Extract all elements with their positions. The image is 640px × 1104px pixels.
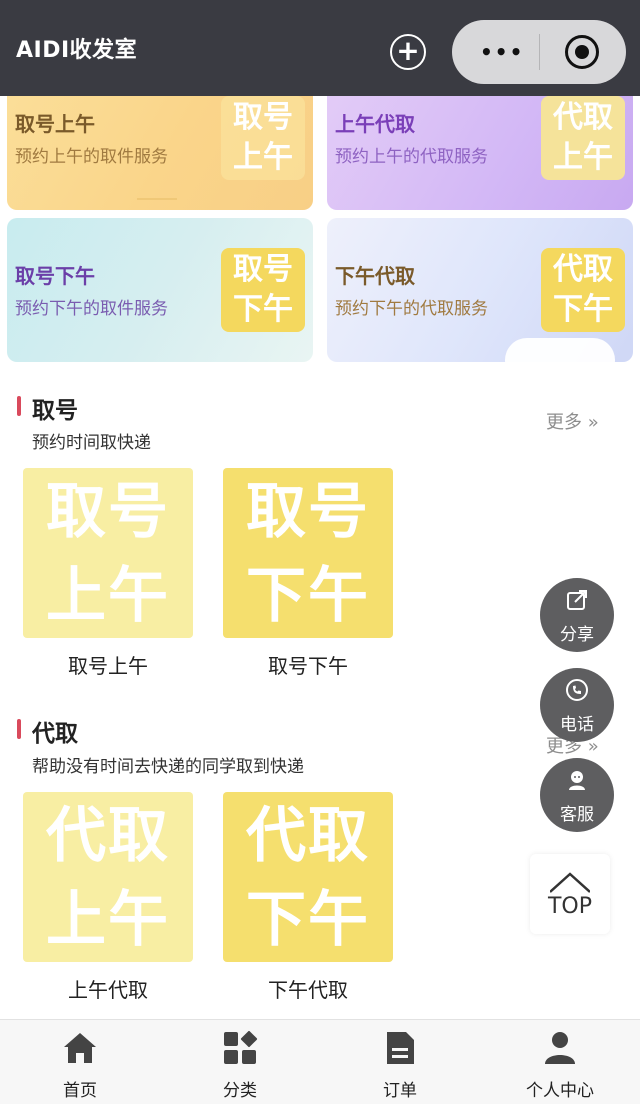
banner-badge: 代取 下午: [541, 248, 625, 332]
mini-program-capsule: •••: [452, 20, 626, 84]
share-button[interactable]: 分享: [540, 578, 614, 652]
capsule-divider: [539, 34, 540, 70]
tab-home[interactable]: 首页: [0, 1020, 160, 1104]
section-title-pickup: 取号: [32, 398, 78, 424]
section-accent-bar: [17, 719, 21, 739]
banner-title: 上午代取: [335, 112, 415, 136]
phone-button[interactable]: 电话: [540, 668, 614, 742]
badge-line1: 取号: [233, 252, 293, 287]
banner-subtitle: 预约上午的代取服务: [335, 147, 488, 167]
badge-line2: 上午: [233, 140, 293, 175]
badge-line1: 代取: [553, 100, 613, 135]
share-icon: [540, 588, 614, 618]
badge-line1: 取号: [233, 100, 293, 135]
decor-cloud: [505, 338, 615, 362]
category-icon: [224, 1030, 258, 1064]
banner-badge: 取号 上午: [221, 96, 305, 180]
close-target-icon[interactable]: [565, 35, 599, 69]
tile-pickup-afternoon[interactable]: 取号 下午: [223, 468, 393, 638]
tab-label: 首页: [63, 1081, 97, 1101]
banner-subtitle: 预约下午的代取服务: [335, 299, 488, 319]
decor-line: [137, 198, 177, 200]
tile-label[interactable]: 取号上午: [23, 650, 193, 679]
customer-service-button[interactable]: 客服: [540, 758, 614, 832]
tab-label: 个人中心: [526, 1081, 594, 1101]
tile-label[interactable]: 上午代取: [23, 974, 193, 1003]
badge-line2: 下午: [233, 292, 293, 327]
more-menu-button[interactable]: •••: [480, 42, 524, 62]
tile-line1: 代取: [46, 801, 170, 871]
tab-profile[interactable]: 个人中心: [480, 1020, 640, 1104]
banner-subtitle: 预约下午的取件服务: [15, 299, 168, 319]
banner-card-afternoon-proxy[interactable]: 下午代取 预约下午的代取服务 代取 下午: [327, 218, 633, 362]
more-link-pickup[interactable]: 更多 »: [546, 408, 599, 434]
share-label: 分享: [560, 625, 594, 645]
customer-service-label: 客服: [560, 805, 594, 825]
back-to-top-button[interactable]: TOP: [530, 854, 610, 934]
tile-pickup-morning[interactable]: 取号 上午: [23, 468, 193, 638]
add-icon[interactable]: +: [390, 34, 426, 70]
tile-line2: 上午: [46, 885, 170, 955]
bottom-tab-bar: 首页 分类 订单 个人中心: [0, 1019, 640, 1104]
section-subtitle-proxy: 帮助没有时间去快递的同学取到快递: [32, 757, 304, 777]
banner-title: 下午代取: [335, 264, 415, 288]
order-icon: [387, 1032, 414, 1064]
tab-label: 分类: [223, 1081, 257, 1101]
home-icon: [64, 1033, 96, 1063]
banner-badge: 代取 上午: [541, 96, 625, 180]
badge-line2: 下午: [553, 292, 613, 327]
tile-line1: 取号: [46, 477, 170, 547]
tile-proxy-afternoon[interactable]: 代取 下午: [223, 792, 393, 962]
tab-label: 订单: [383, 1081, 417, 1101]
section-accent-bar: [17, 396, 21, 416]
banner-subtitle: 预约上午的取件服务: [15, 147, 168, 167]
section-subtitle-pickup: 预约时间取快递: [32, 433, 151, 453]
app-title: AIDI收发室: [16, 38, 138, 63]
tab-orders[interactable]: 订单: [320, 1020, 480, 1104]
badge-line1: 代取: [553, 252, 613, 287]
tile-proxy-morning[interactable]: 代取 上午: [23, 792, 193, 962]
tile-line2: 上午: [46, 561, 170, 631]
tile-line2: 下午: [246, 561, 370, 631]
banner-title: 取号下午: [15, 264, 95, 288]
customer-service-icon: [540, 768, 614, 798]
banner-card-afternoon-pickup[interactable]: 取号下午 预约下午的取件服务 取号 下午: [7, 218, 313, 362]
tile-line1: 取号: [246, 477, 370, 547]
user-icon: [545, 1032, 575, 1064]
banner-badge: 取号 下午: [221, 248, 305, 332]
app-header: AIDI收发室 + •••: [0, 0, 640, 96]
phone-label: 电话: [560, 715, 594, 735]
phone-icon: [540, 678, 614, 708]
tile-line1: 代取: [246, 801, 370, 871]
tile-label[interactable]: 取号下午: [223, 650, 393, 679]
back-to-top-label: TOP: [547, 894, 593, 919]
badge-line2: 上午: [553, 140, 613, 175]
banner-title: 取号上午: [15, 112, 95, 136]
tile-label[interactable]: 下午代取: [223, 974, 393, 1003]
tab-category[interactable]: 分类: [160, 1020, 320, 1104]
tile-line2: 下午: [246, 885, 370, 955]
section-title-proxy: 代取: [32, 721, 78, 747]
